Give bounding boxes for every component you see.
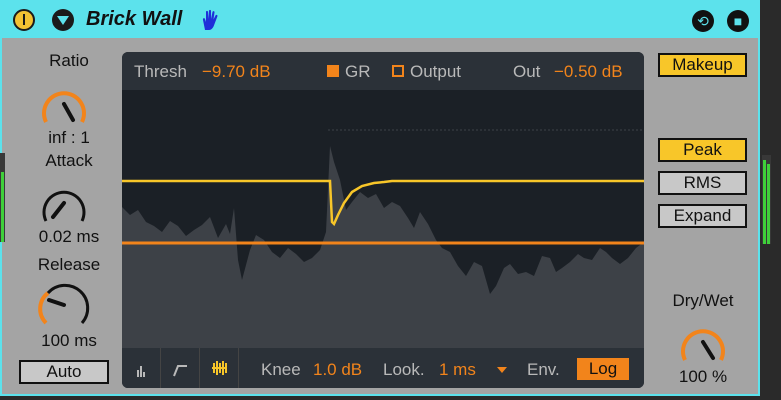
output-label[interactable]: Output bbox=[410, 62, 461, 82]
input-meter bbox=[0, 153, 5, 242]
device-title-bar[interactable]: Brick Wall ⟲ ■ bbox=[2, 2, 758, 38]
chevron-down-icon[interactable] bbox=[495, 365, 509, 375]
compressor-device: Brick Wall ⟲ ■ Ratio inf : 1 Attack 0.02… bbox=[0, 0, 760, 396]
collision-view-icon[interactable] bbox=[200, 348, 239, 388]
drywet-label: Dry/Wet bbox=[672, 291, 734, 310]
out-value[interactable]: −0.50 dB bbox=[554, 62, 623, 82]
makeup-button[interactable]: Makeup bbox=[658, 53, 747, 77]
attack-value: 0.02 ms bbox=[38, 227, 100, 246]
device-title[interactable]: Brick Wall bbox=[86, 8, 182, 31]
attack-knob[interactable] bbox=[36, 177, 92, 229]
display-header: Thresh −9.70 dB GR Output Out −0.50 dB bbox=[122, 52, 644, 90]
look-label: Look. bbox=[383, 360, 425, 379]
output-meter bbox=[762, 155, 771, 244]
knee-label: Knee bbox=[261, 360, 301, 379]
ratio-value: inf : 1 bbox=[48, 128, 90, 147]
knee-value[interactable]: 1.0 dB bbox=[313, 360, 362, 380]
out-label: Out bbox=[513, 62, 541, 81]
auto-release-button[interactable]: Auto bbox=[19, 360, 109, 384]
save-preset-icon[interactable]: ■ bbox=[727, 10, 749, 32]
gr-label[interactable]: GR bbox=[345, 62, 371, 82]
attack-label: Attack bbox=[45, 151, 93, 170]
activity-view-icon[interactable] bbox=[122, 348, 161, 388]
power-icon[interactable] bbox=[13, 9, 35, 31]
env-log-button[interactable]: Log bbox=[577, 358, 629, 380]
release-label: Release bbox=[37, 255, 101, 274]
gain-reduction-display: Thresh −9.70 dB GR Output Out −0.50 dB K… bbox=[122, 52, 644, 388]
drywet-knob[interactable] bbox=[675, 316, 731, 368]
device-frame: Brick Wall ⟲ ■ Ratio inf : 1 Attack 0.02… bbox=[0, 0, 781, 400]
release-value: 100 ms bbox=[41, 331, 97, 350]
fold-icon[interactable] bbox=[52, 9, 74, 31]
thresh-value[interactable]: −9.70 dB bbox=[202, 62, 271, 82]
thresh-label: Thresh bbox=[134, 62, 187, 81]
ratio-label: Ratio bbox=[49, 51, 89, 70]
peak-button[interactable]: Peak bbox=[658, 138, 747, 162]
release-knob[interactable] bbox=[36, 279, 92, 331]
look-value[interactable]: 1 ms bbox=[439, 360, 476, 380]
drywet-value: 100 % bbox=[678, 367, 728, 386]
rms-button[interactable]: RMS bbox=[658, 171, 747, 195]
expand-button[interactable]: Expand bbox=[658, 204, 747, 228]
display-footer: Knee 1.0 dB Look. 1 ms Env. Log bbox=[122, 348, 644, 388]
hot-swap-icon[interactable]: ⟲ bbox=[692, 10, 714, 32]
ratio-knob[interactable] bbox=[36, 78, 92, 130]
hand-icon bbox=[202, 9, 218, 30]
output-toggle-icon[interactable] bbox=[392, 65, 404, 77]
transfer-curve-icon[interactable] bbox=[161, 348, 200, 388]
gain-reduction-graph bbox=[122, 90, 644, 348]
env-label: Env. bbox=[527, 360, 560, 379]
gr-toggle-icon[interactable] bbox=[327, 65, 339, 77]
